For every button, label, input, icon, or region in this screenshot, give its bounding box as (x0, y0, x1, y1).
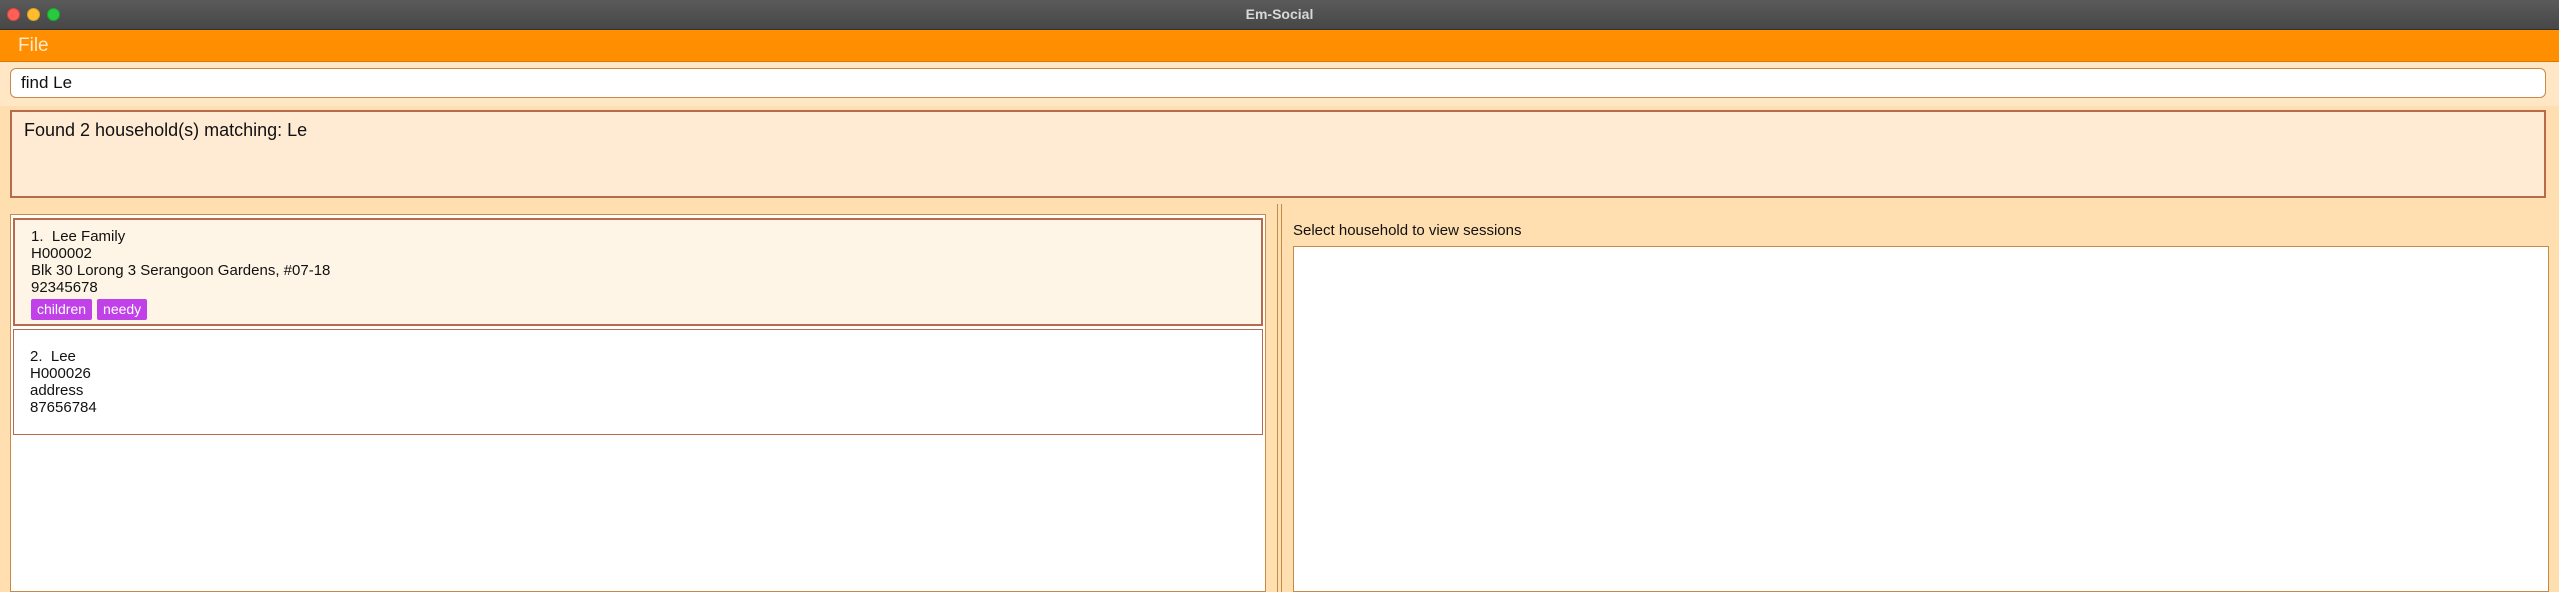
command-input[interactable] (10, 68, 2546, 98)
household-id: H000026 (30, 365, 91, 382)
menu-bar: File (0, 30, 2559, 62)
household-title: 2. Lee (30, 348, 1246, 365)
tag-label: children (31, 299, 93, 320)
household-address: Blk 30 Lorong 3 Serangoon Gardens, #07-1… (31, 262, 331, 279)
window-title: Em-Social (1245, 6, 1314, 22)
command-box-area (0, 62, 2559, 106)
household-list-panel: 1. Lee Family H000002 Blk 30 Lorong 3 Se… (0, 204, 1278, 592)
household-name: Lee (50, 348, 76, 365)
title-bar: Em-Social (0, 0, 2559, 30)
tag-label: needy (97, 299, 148, 320)
household-name: Lee Family (51, 228, 126, 245)
result-text: Found 2 household(s) matching: Le (24, 120, 308, 140)
result-display: Found 2 household(s) matching: Le (10, 110, 2546, 198)
household-title: 1. Lee Family (31, 228, 1245, 245)
session-placeholder-label: Select household to view sessions (1293, 222, 1522, 239)
household-tags: children needy (31, 299, 1245, 320)
file-menu[interactable]: File (16, 30, 51, 61)
session-panel: Select household to view sessions (1281, 204, 2559, 592)
household-card[interactable]: 2. Lee H000026 address 87656784 (13, 329, 1263, 435)
household-phone: 92345678 (31, 279, 98, 296)
household-address: address (30, 382, 84, 399)
household-phone: 87656784 (30, 399, 97, 416)
household-list[interactable]: 1. Lee Family H000002 Blk 30 Lorong 3 Se… (10, 214, 1266, 592)
household-index: 1. (31, 228, 44, 245)
household-index: 2. (30, 348, 43, 365)
household-id: H000002 (31, 245, 92, 262)
household-card[interactable]: 1. Lee Family H000002 Blk 30 Lorong 3 Se… (13, 218, 1263, 326)
session-list[interactable] (1293, 246, 2549, 592)
